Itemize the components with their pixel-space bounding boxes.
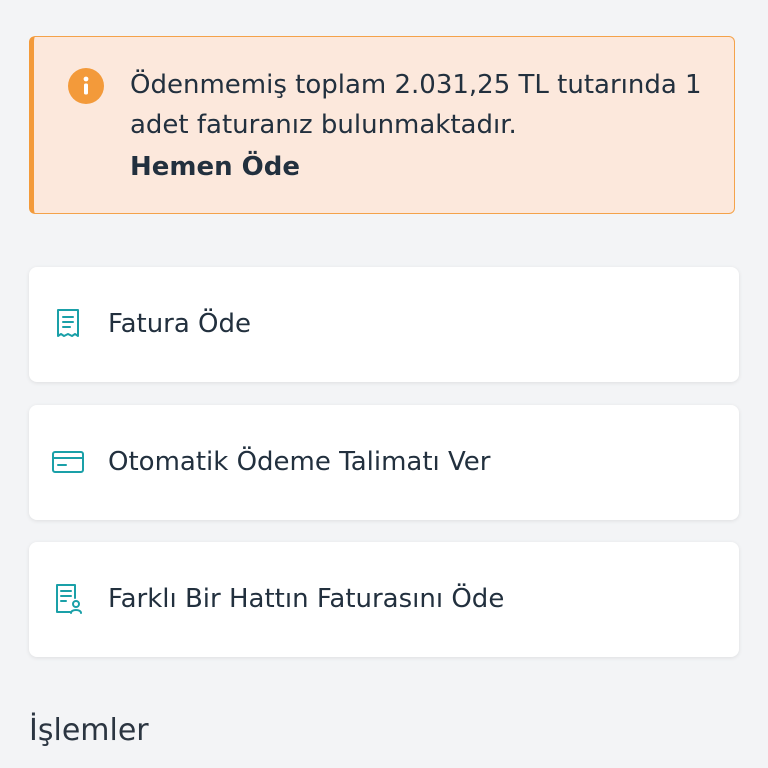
info-icon: [68, 68, 104, 104]
unpaid-bill-alert: Ödenmemiş toplam 2.031,25 TL tutarında 1…: [29, 36, 735, 214]
receipt-icon: [51, 307, 85, 341]
menu-item-label: Farklı Bir Hattın Faturasını Öde: [108, 584, 505, 614]
pay-other-line-bill-button[interactable]: Farklı Bir Hattın Faturasını Öde: [29, 542, 739, 657]
automatic-payment-button[interactable]: Otomatik Ödeme Talimatı Ver: [29, 405, 739, 520]
credit-card-icon: [51, 445, 85, 479]
menu-item-label: Fatura Öde: [108, 309, 252, 339]
pay-now-link[interactable]: Hemen Öde: [130, 147, 300, 187]
menu-item-label: Otomatik Ödeme Talimatı Ver: [108, 447, 491, 477]
section-title: İşlemler: [29, 713, 149, 748]
alert-message: Ödenmemiş toplam 2.031,25 TL tutarında 1…: [130, 70, 702, 140]
bill-user-icon: [51, 582, 85, 616]
pay-bill-button[interactable]: Fatura Öde: [29, 267, 739, 382]
